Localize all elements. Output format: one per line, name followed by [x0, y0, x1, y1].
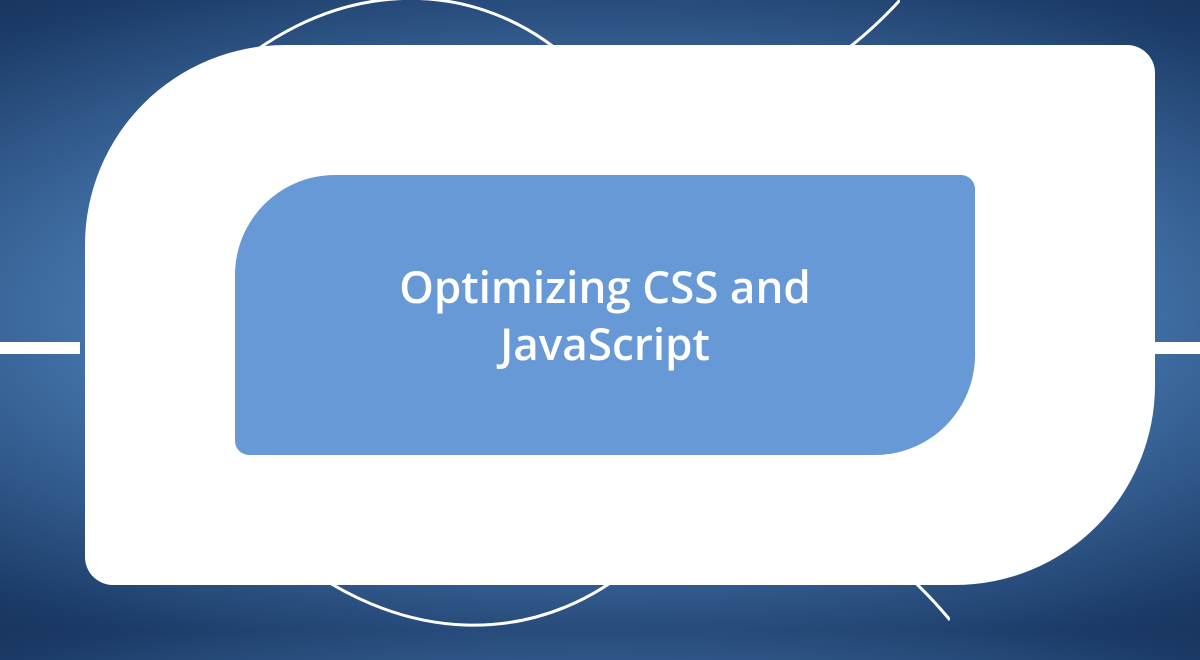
horizontal-accent-right [1150, 342, 1200, 354]
page-title: Optimizing CSS and JavaScript [325, 258, 885, 372]
inner-blue-panel: Optimizing CSS and JavaScript [235, 175, 975, 455]
horizontal-accent-left [0, 342, 80, 354]
